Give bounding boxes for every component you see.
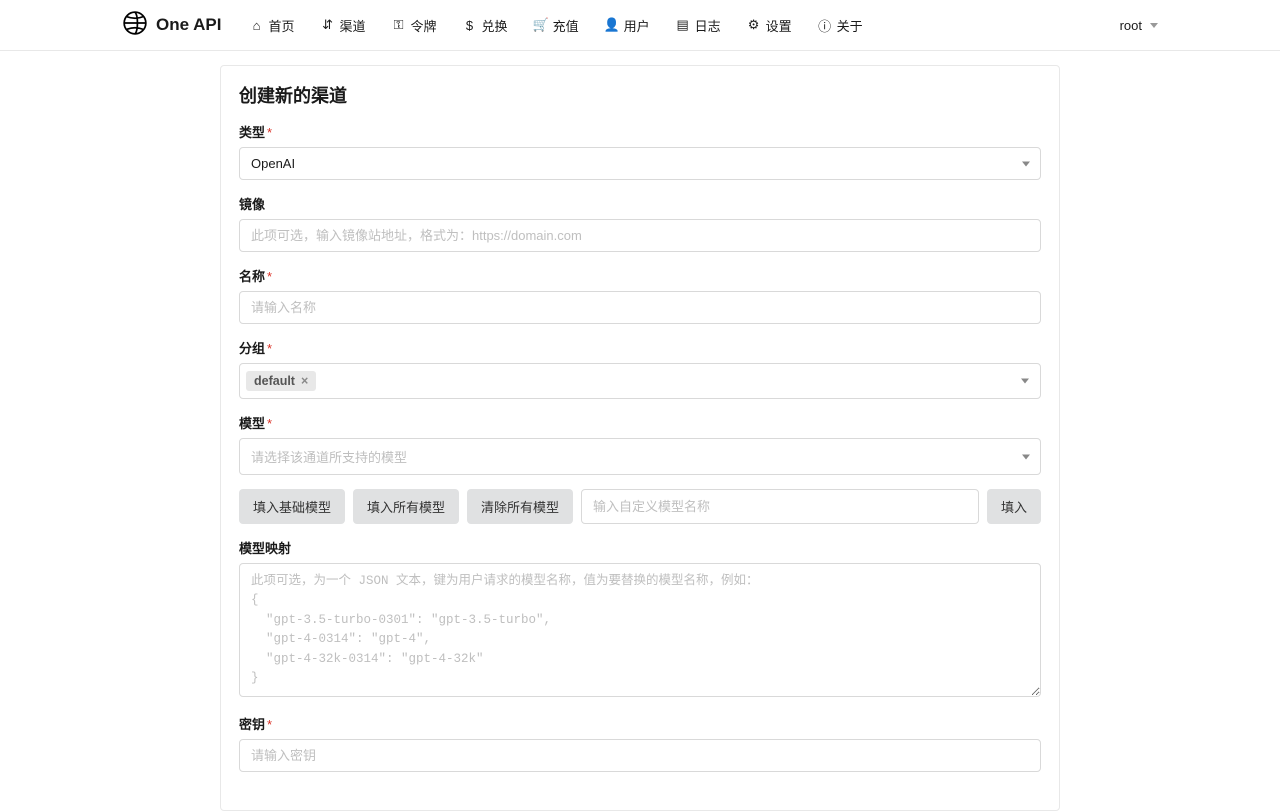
label-group: 分组 <box>239 338 1041 357</box>
chevron-down-icon <box>1021 379 1029 384</box>
model-mapping-textarea[interactable] <box>239 563 1041 697</box>
custom-model-input[interactable] <box>581 489 979 524</box>
nav-item-users[interactable]: 👤用户 <box>595 10 660 41</box>
label-key: 密钥 <box>239 714 1041 733</box>
fill-custom-button[interactable]: 填入 <box>987 489 1041 524</box>
key-input[interactable] <box>239 739 1041 772</box>
label-type: 类型 <box>239 122 1041 141</box>
book-icon: ▤ <box>676 17 690 33</box>
home-icon: ⌂ <box>250 18 264 33</box>
nav-item-about[interactable]: ⓘ关于 <box>808 10 873 41</box>
model-select[interactable]: 请选择该通道所支持的模型 <box>239 438 1041 475</box>
group-select[interactable]: default × <box>239 363 1041 399</box>
dollar-icon: $ <box>463 18 477 33</box>
user-menu[interactable]: root <box>1120 18 1158 33</box>
brand-logo-icon <box>122 10 148 41</box>
brand[interactable]: One API <box>122 10 222 41</box>
fill-base-models-button[interactable]: 填入基础模型 <box>239 489 345 524</box>
clear-all-models-button[interactable]: 清除所有模型 <box>467 489 573 524</box>
user-icon: 👤 <box>605 17 619 33</box>
nav-item-topup[interactable]: 🛒充值 <box>524 10 589 41</box>
nav-item-settings[interactable]: ⚙设置 <box>737 10 802 41</box>
info-icon: ⓘ <box>818 16 832 35</box>
group-tag: default × <box>246 371 316 391</box>
cart-icon: 🛒 <box>534 17 548 33</box>
key-icon: ⚿ <box>392 17 406 33</box>
label-name: 名称 <box>239 266 1041 285</box>
sitemap-icon: ⇵ <box>321 17 335 33</box>
topbar: One API ⌂首页 ⇵渠道 ⚿令牌 $兑换 🛒充值 👤用户 ▤日志 ⚙设置 … <box>0 0 1280 51</box>
mirror-input[interactable] <box>239 219 1041 252</box>
brand-name: One API <box>156 15 222 35</box>
label-model-mapping: 模型映射 <box>239 538 1041 557</box>
type-select[interactable]: OpenAI <box>239 147 1041 180</box>
gear-icon: ⚙ <box>747 17 761 33</box>
nav-item-redeem[interactable]: $兑换 <box>453 10 518 41</box>
fill-all-models-button[interactable]: 填入所有模型 <box>353 489 459 524</box>
nav-item-home[interactable]: ⌂首页 <box>240 10 305 41</box>
nav-item-logs[interactable]: ▤日志 <box>666 10 731 41</box>
label-mirror: 镜像 <box>239 194 1041 213</box>
caret-down-icon <box>1150 23 1158 28</box>
tag-remove-icon[interactable]: × <box>301 374 308 388</box>
nav-item-channels[interactable]: ⇵渠道 <box>311 10 376 41</box>
label-model: 模型 <box>239 413 1041 432</box>
page-title: 创建新的渠道 <box>239 82 1041 108</box>
name-input[interactable] <box>239 291 1041 324</box>
user-name: root <box>1120 18 1142 33</box>
form-card: 创建新的渠道 类型 OpenAI 镜像 名称 分组 default × 模型 请… <box>220 65 1060 811</box>
nav-item-tokens[interactable]: ⚿令牌 <box>382 10 447 41</box>
main-nav: ⌂首页 ⇵渠道 ⚿令牌 $兑换 🛒充值 👤用户 ▤日志 ⚙设置 ⓘ关于 <box>240 10 1120 41</box>
